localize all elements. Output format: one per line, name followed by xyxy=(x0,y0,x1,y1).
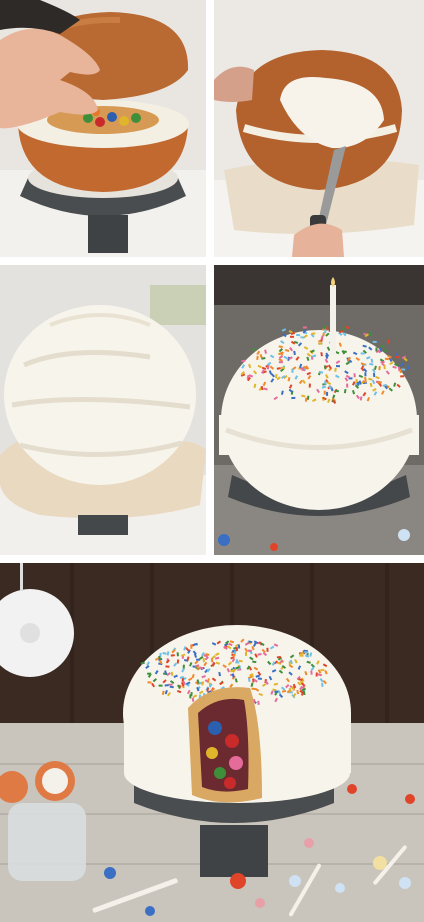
photo-step-1-lifting-top xyxy=(0,0,206,257)
photo-step-4-sprinkles-candle xyxy=(214,265,424,555)
photo-collage xyxy=(0,0,424,922)
photo-step-2-frosting xyxy=(214,0,424,257)
photo-step-3-frosted-dome xyxy=(0,265,206,555)
photo-step-5-candy-inside xyxy=(0,563,424,922)
